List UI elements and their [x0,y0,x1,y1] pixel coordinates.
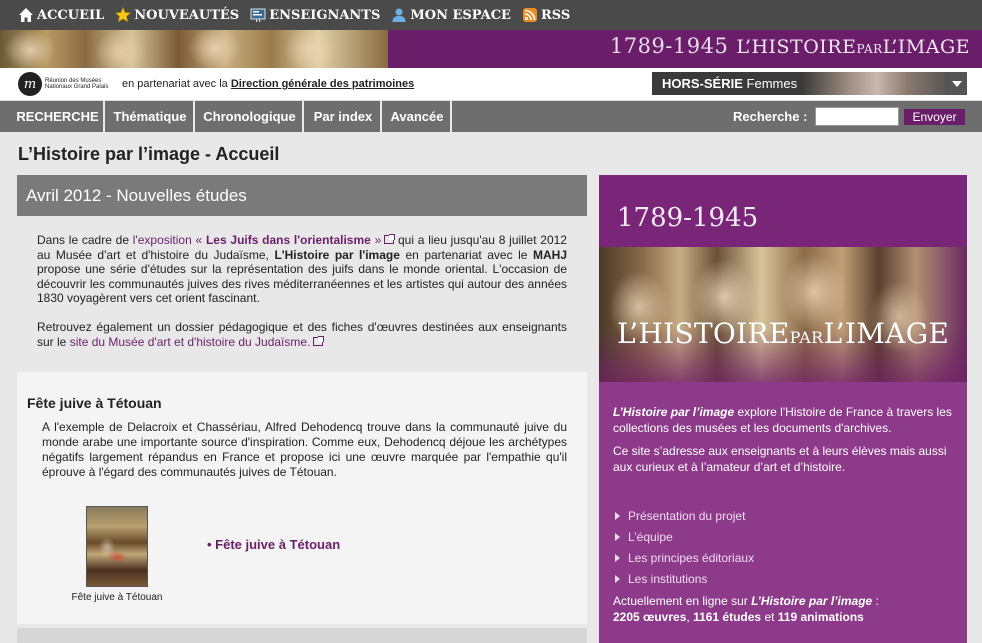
user-icon [391,7,407,23]
intro-paragraph-1: Dans le cadre de l'exposition « Les Juif… [37,233,568,306]
mahj-site-link[interactable]: site du Musée d'art et d'histoire du Jud… [70,335,325,349]
tab-chronologique[interactable]: Chronologique [197,101,304,132]
article-link[interactable]: • Fête juive à Tétouan [207,537,340,552]
partner-link[interactable]: Direction générale des patrimoines [231,78,414,90]
nav-accueil[interactable]: ACCUEIL [18,7,104,23]
count-etudes: 1161 études [693,610,762,624]
rmn-logo[interactable]: m Réunion des Musées Nationaux Grand Pal… [18,72,119,96]
count-animations: 119 animations [777,610,864,624]
nav-mon-espace[interactable]: MON ESPACE [391,7,511,23]
search-input[interactable] [815,107,899,126]
hors-serie-image [802,72,952,95]
online-counts: Actuellement en ligne sur L’Histoire par… [613,594,879,624]
blackboard-icon [250,7,266,23]
promo-link-equipe[interactable]: L’équipe [615,526,754,547]
star-icon [115,7,132,23]
arrow-right-icon [615,574,620,583]
thumbnail-caption: Fête juive à Tétouan [71,592,163,603]
tab-par-index[interactable]: Par index [306,101,382,132]
nav-enseignants-label: ENSEIGNANTS [269,7,381,23]
site-banner[interactable]: 1789-1945 L’HISTOIREPARL’IMAGE [0,30,982,68]
promo-years: 1789-1945 [617,203,759,233]
hors-serie-dropdown[interactable]: HORS-SÉRIE Femmes [652,72,967,95]
external-link-icon [313,335,325,346]
partner-bar: m Réunion des Musées Nationaux Grand Pal… [0,68,982,101]
promo-brand: L’HISTOIREPARL’IMAGE [617,317,950,350]
promo-paragraph-2: Ce site s’adresse aux enseignants et à l… [613,444,947,474]
count-oeuvres: 2205 œuvres [613,610,687,624]
rmn-logo-mark: m [18,72,42,96]
article-thumbnail[interactable] [86,506,148,587]
promo-link-principes[interactable]: Les principes éditoriaux [615,547,754,568]
banner-portraits-image [0,30,388,68]
nav-mon-espace-label: MON ESPACE [410,7,511,23]
article-title: Fête juive à Tétouan [27,395,162,411]
arrow-right-icon [615,511,620,520]
nav-nouveautes[interactable]: NOUVEAUTÉS [115,7,239,23]
external-link-icon [384,234,396,244]
next-article-card [17,628,587,643]
rmn-logo-text: Réunion des Musées Nationaux Grand Palai… [45,78,109,90]
top-navigation: ACCUEIL NOUVEAUTÉS ENSEIGNANTS MON ESPAC… [0,0,982,30]
page-title: L’Histoire par l’image - Accueil [18,144,280,164]
promo-portraits-image [599,247,967,382]
main-content: L’Histoire par l’image - Accueil Avril 2… [0,132,982,643]
nav-nouveautes-label: NOUVEAUTÉS [134,7,240,23]
chevron-down-icon[interactable] [947,72,967,95]
partner-text: en partenariat avec la Direction général… [122,78,415,90]
promo-paragraph-1: L’Histoire par l’image explore l'Histoir… [613,405,952,435]
exposition-link[interactable]: l'exposition « Les Juifs dans l'oriental… [133,233,396,247]
nav-enseignants[interactable]: ENSEIGNANTS [250,7,380,23]
promo-panel: 1789-1945 L’HISTOIREPARL’IMAGE L’Histoir… [599,175,967,643]
home-icon [18,7,34,23]
arrow-right-icon [615,553,620,562]
search-label: Recherche : [733,109,808,124]
intro-text: Dans le cadre de l'exposition « Les Juif… [37,233,567,349]
nav-rss[interactable]: RSS [522,7,570,23]
promo-description: L’Histoire par l’image explore l'Histoir… [613,405,953,475]
hors-serie-label: HORS-SÉRIE Femmes [662,76,798,91]
arrow-right-icon [615,532,620,541]
intro-paragraph-2: Retrouvez également un dossier pédagogiq… [37,319,567,349]
promo-link-presentation[interactable]: Présentation du projet [615,505,754,526]
search-submit-button[interactable]: Envoyer [904,109,965,125]
nav-accueil-label: ACCUEIL [37,7,105,23]
news-header: Avril 2012 - Nouvelles études [17,175,587,216]
promo-links: Présentation du projet L’équipe Les prin… [615,505,754,589]
search-bar: RECHERCHE Thématique Chronologique Par i… [0,101,982,132]
tab-avancee[interactable]: Avancée [384,101,452,132]
tab-recherche[interactable]: RECHERCHE [12,101,105,132]
article-summary: A l'exemple de Delacroix et Chassériau, … [42,420,567,479]
tab-thematique[interactable]: Thématique [107,101,195,132]
banner-title: 1789-1945 L’HISTOIREPARL’IMAGE [609,34,970,58]
article-card: Fête juive à Tétouan A l'exemple de Dela… [17,372,587,624]
rss-icon [522,7,538,23]
nav-rss-label: RSS [540,7,571,23]
promo-link-institutions[interactable]: Les institutions [615,568,754,589]
